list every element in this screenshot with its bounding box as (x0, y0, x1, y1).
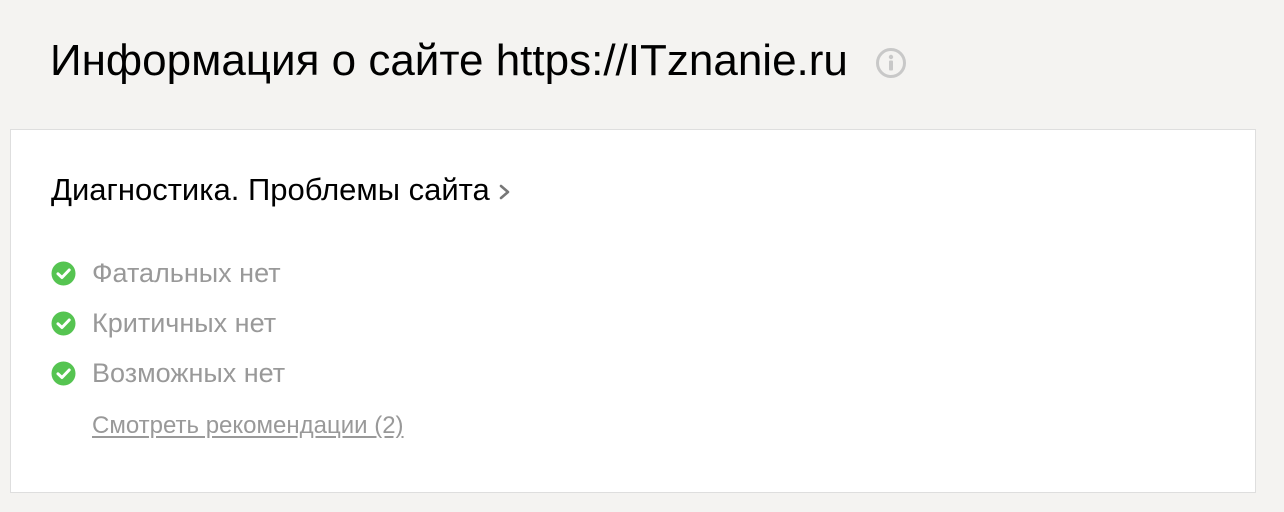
diagnostics-card: Диагностика. Проблемы сайта Фатальных не… (10, 129, 1256, 493)
status-label: Критичных нет (92, 307, 277, 338)
info-icon-graphic (875, 48, 906, 78)
status-item-possible: Возможных нет (51, 348, 285, 398)
status-item-critical: Критичных нет (51, 298, 285, 348)
page: Информация о сайте https://ITznanie.ru Д… (0, 0, 1284, 512)
diagnostics-title-link[interactable]: Диагностика. Проблемы сайта (51, 172, 512, 208)
diagnostics-status-list: Фатальных нет Критичных нет Возможных не… (51, 248, 285, 398)
view-recommendations-link[interactable]: Смотреть рекомендации (2) (92, 412, 404, 440)
status-item-fatal: Фатальных нет (51, 248, 285, 298)
page-header: Информация о сайте https://ITznanie.ru (50, 30, 907, 92)
check-circle-icon (51, 261, 76, 286)
chevron-right-icon (498, 181, 512, 203)
diagnostics-title: Диагностика. Проблемы сайта (51, 172, 490, 207)
info-icon[interactable] (875, 47, 907, 79)
status-label: Возможных нет (92, 357, 286, 388)
page-title: Информация о сайте https://ITznanie.ru (50, 36, 848, 85)
check-circle-icon (51, 311, 76, 336)
status-label: Фатальных нет (92, 257, 281, 288)
check-circle-icon (51, 361, 76, 386)
